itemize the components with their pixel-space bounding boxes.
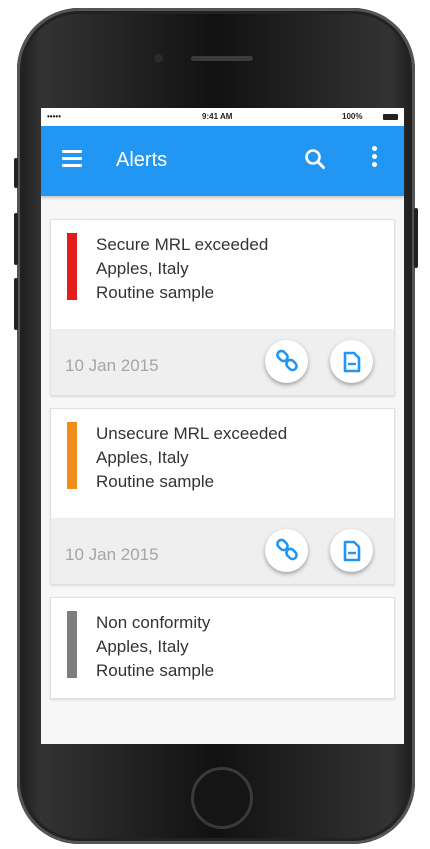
carrier-signal: ••••• bbox=[47, 112, 62, 121]
alert-card-body: Non conformity Apples, Italy Routine sam… bbox=[51, 598, 394, 698]
status-time: 9:41 AM bbox=[202, 112, 233, 121]
link-icon bbox=[275, 538, 298, 560]
battery-icon bbox=[383, 114, 398, 120]
volume-up-button bbox=[14, 213, 18, 265]
alert-title: Non conformity bbox=[96, 613, 211, 632]
alert-details: Unsecure MRL exceeded Apples, Italy Rout… bbox=[96, 422, 287, 494]
screen-bottom-area bbox=[41, 708, 404, 744]
alert-card-body: Unsecure MRL exceeded Apples, Italy Rout… bbox=[51, 409, 394, 518]
earpiece-speaker bbox=[191, 56, 253, 61]
alert-product: Apples, Italy bbox=[96, 448, 189, 467]
app-screen: ••••• 9:41 AM 100% Alerts Secure MRL exc… bbox=[41, 108, 404, 744]
link-button[interactable] bbox=[265, 529, 308, 572]
alert-details: Secure MRL exceeded Apples, Italy Routin… bbox=[96, 233, 268, 305]
power-button bbox=[414, 208, 418, 268]
volume-down-button bbox=[14, 278, 18, 330]
home-button[interactable] bbox=[191, 767, 253, 829]
alert-title: Unsecure MRL exceeded bbox=[96, 424, 288, 443]
alert-sample: Routine sample bbox=[96, 283, 215, 302]
menu-icon[interactable] bbox=[62, 150, 82, 167]
alert-date: 10 Jan 2015 bbox=[65, 356, 159, 375]
document-icon bbox=[343, 540, 360, 561]
mute-switch bbox=[14, 158, 18, 188]
alert-card[interactable]: Secure MRL exceeded Apples, Italy Routin… bbox=[50, 219, 395, 396]
overflow-menu-icon[interactable] bbox=[369, 146, 379, 172]
app-bar: Alerts bbox=[41, 126, 404, 196]
alert-title: Secure MRL exceeded bbox=[96, 235, 269, 254]
alert-product: Apples, Italy bbox=[96, 637, 189, 656]
document-icon bbox=[343, 351, 360, 372]
alert-card[interactable]: Unsecure MRL exceeded Apples, Italy Rout… bbox=[50, 408, 395, 585]
severity-stripe bbox=[67, 233, 77, 300]
severity-stripe bbox=[67, 611, 77, 678]
alert-card-body: Secure MRL exceeded Apples, Italy Routin… bbox=[51, 220, 394, 329]
alert-card-footer: 10 Jan 2015 bbox=[51, 518, 394, 584]
alert-date: 10 Jan 2015 bbox=[65, 545, 159, 564]
link-button[interactable] bbox=[265, 340, 308, 383]
alert-sample: Routine sample bbox=[96, 472, 215, 491]
alert-sample: Routine sample bbox=[96, 661, 215, 680]
alert-card-footer: 10 Jan 2015 bbox=[51, 329, 394, 395]
document-button[interactable] bbox=[330, 529, 373, 572]
alert-product: Apples, Italy bbox=[96, 259, 189, 278]
severity-stripe bbox=[67, 422, 77, 489]
front-camera bbox=[154, 54, 163, 63]
alert-list: Secure MRL exceeded Apples, Italy Routin… bbox=[50, 219, 395, 699]
alert-card[interactable]: Non conformity Apples, Italy Routine sam… bbox=[50, 597, 395, 699]
page-title: Alerts bbox=[116, 149, 168, 171]
search-icon[interactable] bbox=[304, 148, 326, 170]
status-bar: ••••• 9:41 AM 100% bbox=[41, 108, 404, 126]
alert-details: Non conformity Apples, Italy Routine sam… bbox=[96, 611, 214, 683]
document-button[interactable] bbox=[330, 340, 373, 383]
link-icon bbox=[275, 349, 298, 371]
battery-percent: 100% bbox=[342, 112, 363, 121]
